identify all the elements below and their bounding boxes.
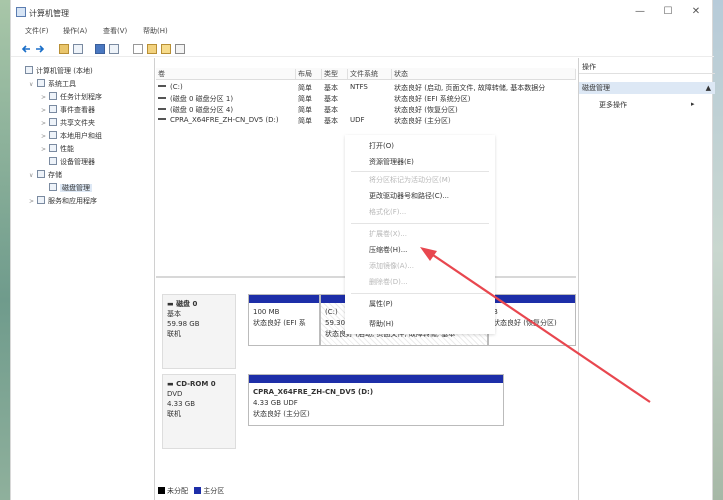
- annotation-arrow: [420, 247, 651, 403]
